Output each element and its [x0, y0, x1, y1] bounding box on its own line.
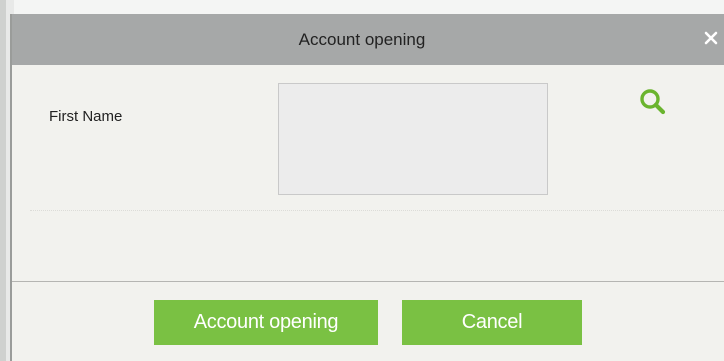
dialog-title: Account opening [298, 29, 426, 49]
field-separator [30, 210, 724, 211]
account-opening-dialog: Account opening First Name Account openi… [10, 14, 724, 361]
close-icon [704, 31, 718, 45]
search-button[interactable] [638, 87, 668, 117]
search-icon [640, 89, 666, 115]
dialog-title-bar: Account opening [12, 14, 724, 65]
first-name-field[interactable] [278, 83, 548, 195]
account-opening-button[interactable]: Account opening [154, 300, 378, 345]
cancel-button[interactable]: Cancel [402, 300, 582, 345]
background-edge [0, 0, 6, 361]
first-name-label: First Name [49, 108, 123, 125]
close-button[interactable] [702, 29, 720, 47]
footer-divider [12, 281, 724, 282]
